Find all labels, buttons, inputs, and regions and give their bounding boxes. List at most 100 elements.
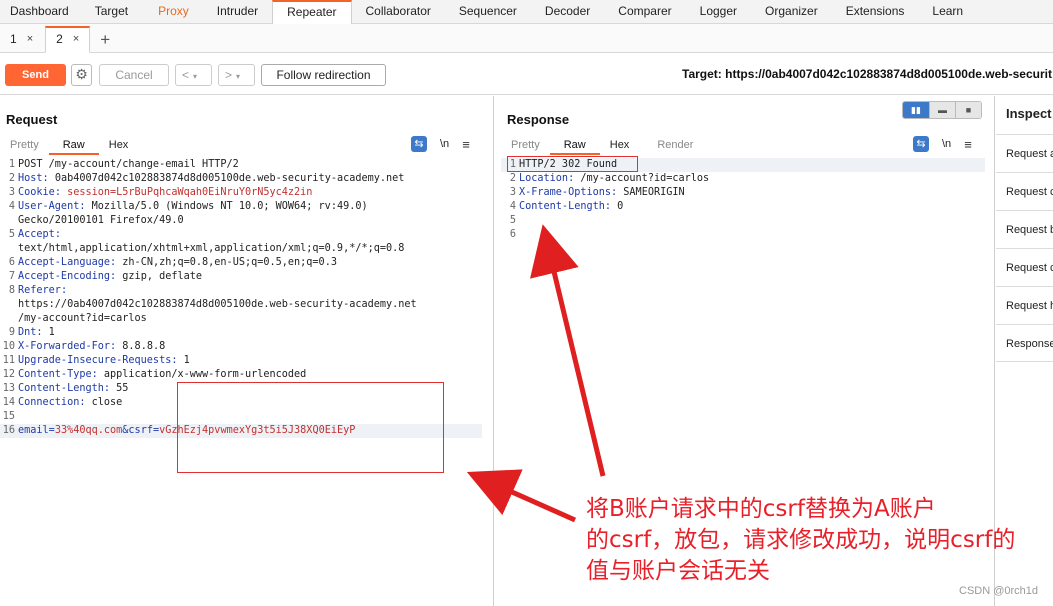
- param-name: email: [18, 425, 49, 436]
- menu-collaborator[interactable]: Collaborator: [352, 0, 445, 24]
- header-name: Dnt: [18, 327, 37, 338]
- target-url[interactable]: Target: https://0ab4007d042c102883874d8d…: [682, 67, 1052, 81]
- line-number: [0, 298, 18, 312]
- layout-toggle[interactable]: ▮▮ ▬ ■: [902, 101, 982, 119]
- split-vertical-icon[interactable]: ▬: [929, 102, 955, 118]
- line-text: POST /my-account/change-email HTTP/2: [18, 158, 239, 172]
- line-number: 8: [8, 285, 15, 296]
- add-tab-button[interactable]: +: [90, 28, 120, 52]
- tab-hex[interactable]: Hex: [600, 137, 640, 155]
- header-value: 8.8.8.8: [116, 341, 166, 352]
- param-name: csrf: [128, 425, 153, 436]
- code-line: 4 Content-Length: 0: [501, 200, 985, 214]
- tab-raw[interactable]: Raw: [48, 137, 99, 155]
- inspector-item[interactable]: Request h: [996, 286, 1053, 324]
- line-text: Connection: close: [18, 397, 123, 408]
- line-number: 3: [8, 187, 15, 198]
- inspector-item[interactable]: Request c: [996, 172, 1053, 210]
- forward-button[interactable]: > ▾: [218, 64, 255, 86]
- line-text: Dnt: 1: [18, 327, 55, 338]
- cancel-button[interactable]: Cancel: [99, 64, 169, 86]
- header-value: text/html,application/xhtml+xml,applicat…: [18, 243, 405, 254]
- header-name: Accept-Encoding: [18, 271, 111, 282]
- header-value: session=L5rBuPqhcaWqah0EiNruY0rN5yc4z2in: [60, 187, 313, 198]
- code-line: 2 Location: /my-account?id=carlos: [501, 172, 985, 186]
- header-name: X-Frame-Options: [519, 187, 612, 198]
- line-text: text/html,application/xhtml+xml,applicat…: [18, 242, 404, 256]
- header-name: User-Agent: [18, 201, 80, 212]
- status-highlight-box: [507, 156, 638, 172]
- inspector-item[interactable]: Request a: [996, 134, 1053, 172]
- menu-learn[interactable]: Learn: [918, 0, 977, 24]
- line-text: Referer:: [18, 285, 68, 296]
- menu-target[interactable]: Target: [79, 0, 144, 24]
- tab-hex[interactable]: Hex: [99, 137, 139, 155]
- menu-extensions[interactable]: Extensions: [832, 0, 919, 24]
- close-icon[interactable]: ×: [27, 26, 33, 52]
- split-horizontal-icon[interactable]: ▮▮: [903, 102, 929, 118]
- newline-icon[interactable]: \n: [440, 138, 449, 150]
- tab-pretty[interactable]: Pretty: [501, 137, 550, 155]
- chevron-down-icon[interactable]: ▾: [236, 72, 240, 81]
- menu-icon[interactable]: ≡: [964, 137, 972, 152]
- repeater-tab-2[interactable]: 2 ×: [45, 26, 91, 53]
- annotation-text: 将B账户请求中的csrf替换为A账户 的csrf，放包，请求修改成功，说明csr…: [586, 494, 1015, 587]
- line-text: Location: /my-account?id=carlos: [519, 173, 710, 184]
- follow-redirection-button[interactable]: Follow redirection: [261, 64, 386, 86]
- menu-repeater[interactable]: Repeater: [272, 0, 352, 25]
- line-number: [0, 214, 18, 228]
- line-number: 2: [8, 173, 15, 184]
- line-number: 10: [2, 341, 15, 352]
- repeater-tabs: 1 × 2 × +: [0, 24, 1053, 53]
- menu-sequencer[interactable]: Sequencer: [445, 0, 531, 24]
- close-icon[interactable]: ×: [73, 28, 79, 52]
- back-button[interactable]: < ▾: [175, 64, 212, 86]
- line-text: /my-account?id=carlos: [18, 312, 147, 326]
- code-line: /my-account?id=carlos: [0, 312, 482, 326]
- line-number: 5: [509, 215, 516, 226]
- code-line: 5: [501, 214, 985, 228]
- line-number: 13: [2, 383, 15, 394]
- csrf-highlight-box: [177, 382, 444, 473]
- word-wrap-icon[interactable]: ⇆: [411, 136, 427, 152]
- repeater-tab-1[interactable]: 1 ×: [0, 26, 43, 52]
- menu-dashboard[interactable]: Dashboard: [0, 0, 79, 24]
- header-name: Content-Type: [18, 369, 92, 380]
- menu-decoder[interactable]: Decoder: [531, 0, 604, 24]
- send-button[interactable]: Send: [5, 64, 66, 86]
- newline-icon[interactable]: \n: [942, 138, 951, 150]
- line-number: 4: [509, 201, 516, 212]
- header-value: /my-account?id=carlos: [18, 313, 147, 324]
- watermark: CSDN @0rch1d: [959, 585, 1039, 597]
- inspector-item[interactable]: Request c: [996, 248, 1053, 286]
- header-value: https://0ab4007d042c102883874d8d005100de…: [18, 299, 417, 310]
- single-pane-icon[interactable]: ■: [955, 102, 981, 118]
- header-value: 0ab4007d042c102883874d8d005100de.web-sec…: [48, 173, 405, 184]
- line-text: Host: 0ab4007d042c102883874d8d005100de.w…: [18, 173, 405, 184]
- line-number: 11: [2, 355, 15, 366]
- word-wrap-icon[interactable]: ⇆: [913, 136, 929, 152]
- line-number: 9: [8, 327, 15, 338]
- menu-organizer[interactable]: Organizer: [751, 0, 832, 24]
- menu-logger[interactable]: Logger: [686, 0, 751, 24]
- code-line: https://0ab4007d042c102883874d8d005100de…: [0, 298, 482, 312]
- menu-comparer[interactable]: Comparer: [604, 0, 685, 24]
- chevron-down-icon[interactable]: ▾: [193, 72, 197, 81]
- menu-icon[interactable]: ≡: [462, 137, 470, 152]
- line-text: Content-Length: 55: [18, 383, 129, 394]
- menu-intruder[interactable]: Intruder: [203, 0, 272, 24]
- tab-raw[interactable]: Raw: [549, 137, 600, 155]
- tab-pretty[interactable]: Pretty: [0, 137, 49, 155]
- tab-render[interactable]: Render: [639, 137, 703, 155]
- menu-proxy[interactable]: Proxy: [144, 0, 203, 24]
- header-value: 0: [611, 201, 624, 212]
- inspector-item[interactable]: Response: [996, 324, 1053, 362]
- gear-icon[interactable]: ⚙: [71, 64, 92, 86]
- line-text: Gecko/20100101 Firefox/49.0: [18, 214, 184, 228]
- line-number: 2: [509, 173, 516, 184]
- header-value: POST /my-account/change-email HTTP/2: [18, 159, 239, 170]
- inspector-item[interactable]: Request b: [996, 210, 1053, 248]
- line-number: 14: [2, 397, 15, 408]
- line-text: Cookie: session=L5rBuPqhcaWqah0EiNruY0rN…: [18, 187, 313, 198]
- header-value: application/x-www-form-urlencoded: [97, 369, 307, 380]
